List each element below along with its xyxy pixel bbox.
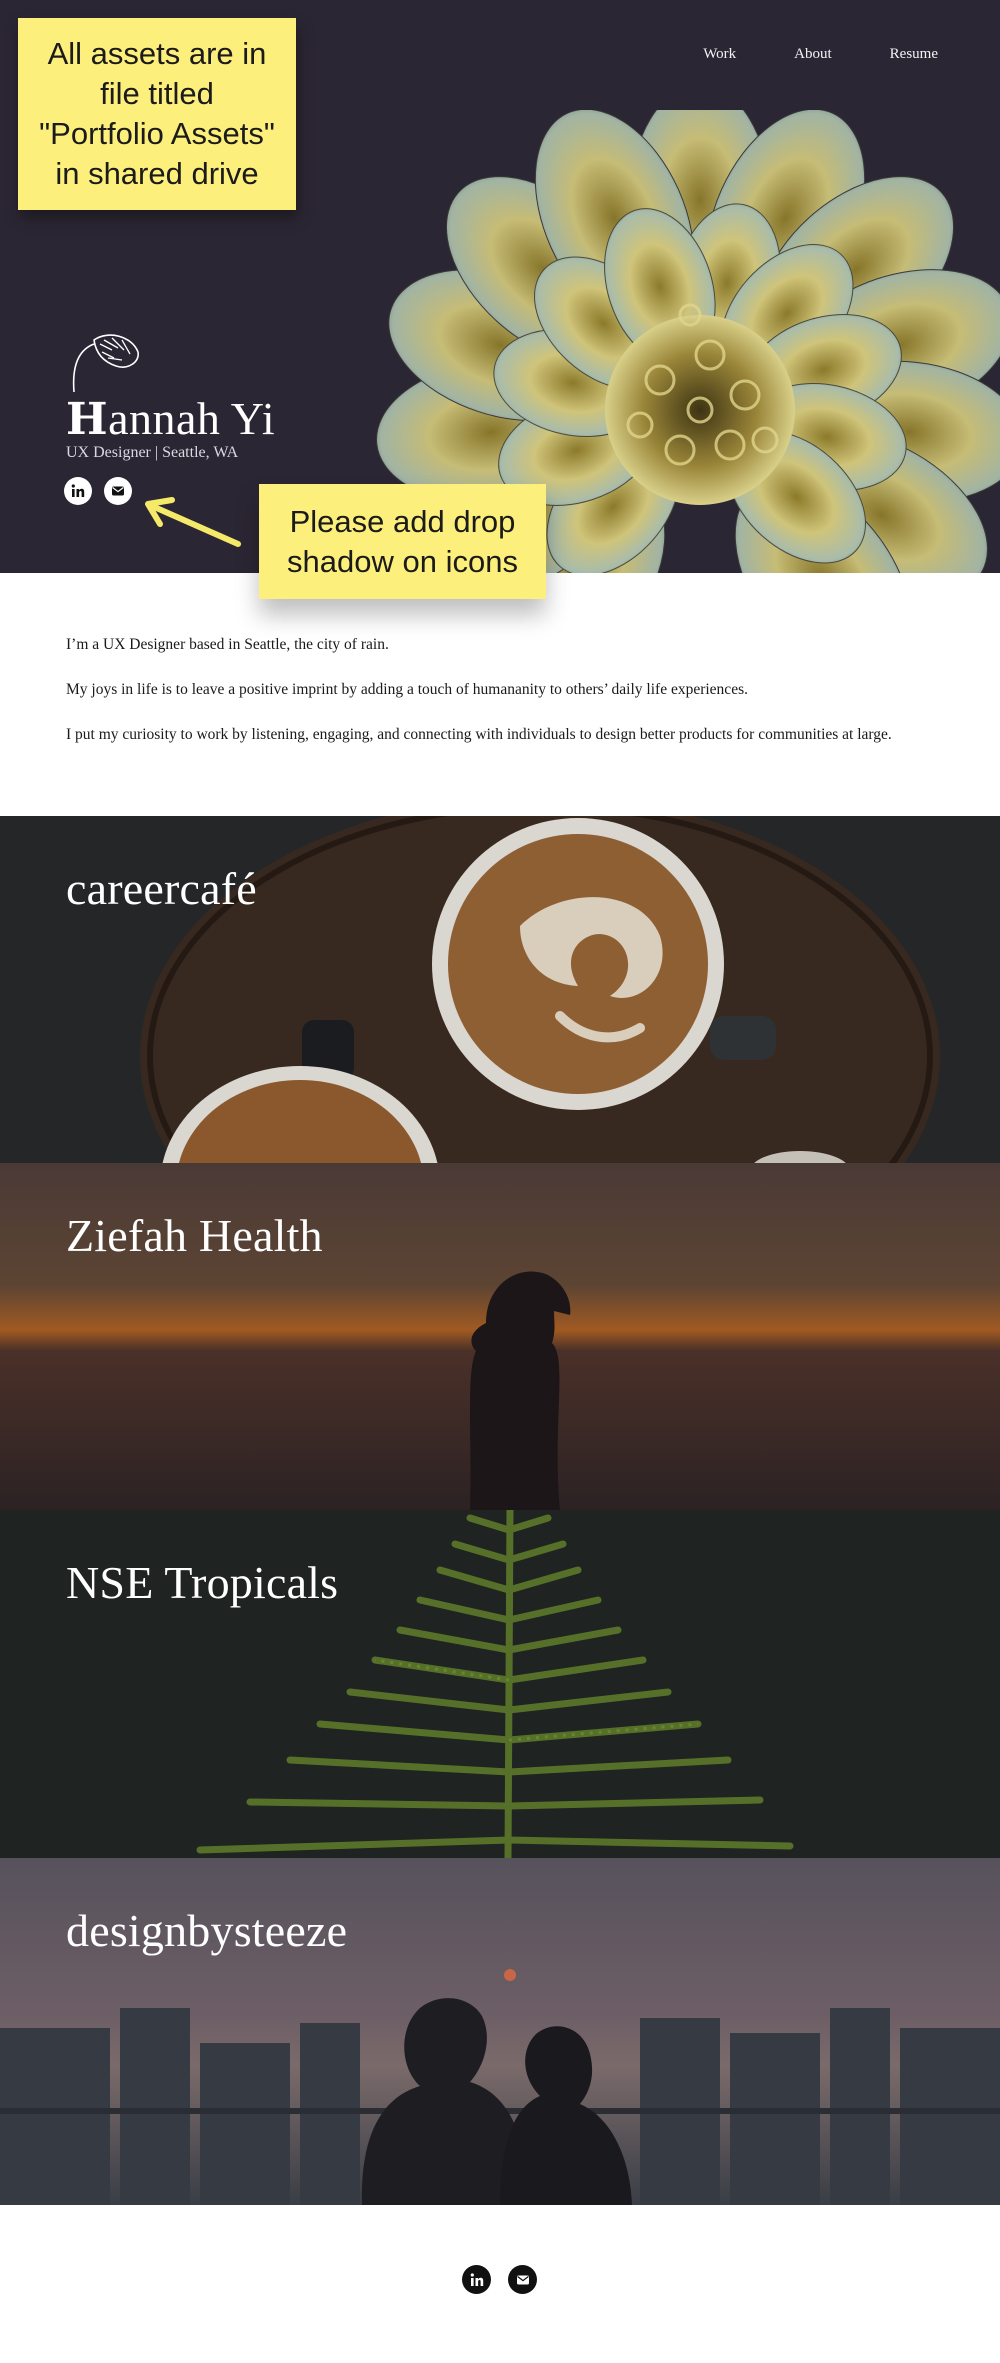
sticky-note-assets-line: file titled [100, 76, 214, 111]
linkedin-icon[interactable] [64, 477, 92, 505]
sticky-note-shadow-line: Please add drop [289, 503, 516, 539]
yellow-arrow-icon [145, 497, 241, 547]
project-title[interactable]: designbysteeze [66, 1904, 347, 1957]
mail-icon[interactable] [508, 2265, 537, 2294]
sticky-note-assets-line: All assets are in [47, 36, 267, 71]
sticky-note-assets-line: "Portfolio Assets" [39, 116, 275, 151]
intro-paragraph: I’m a UX Designer based in Seattle, the … [66, 636, 389, 653]
sticky-note-assets-line: in shared drive [55, 156, 259, 191]
hero-social-icons [64, 477, 132, 505]
project-card-nse-tropicals[interactable]: NSE Tropicals [0, 1510, 1000, 1858]
hero-name-rest: annah Yi [108, 393, 276, 444]
hero-name-initial: H [66, 394, 109, 445]
project-card-careercafe[interactable]: careercafé [0, 816, 1000, 1164]
intro-paragraph: I put my curiosity to work by listening,… [66, 726, 892, 743]
nav-about-link[interactable]: About [794, 46, 832, 63]
intro-paragraph: My joys in life is to leave a positive i… [66, 681, 748, 698]
hero-subtitle: UX Designer | Seattle, WA [66, 444, 239, 461]
mail-icon[interactable] [104, 477, 132, 505]
sticky-note-shadow-line: shadow on icons [287, 543, 518, 579]
project-title[interactable]: careercafé [66, 862, 257, 915]
main-nav: Work About Resume [645, 46, 938, 63]
intro-section: I’m a UX Designer based in Seattle, the … [66, 634, 966, 769]
monstera-leaf-logo-icon [72, 334, 139, 393]
project-card-designbysteeze[interactable]: designbysteeze [0, 1858, 1000, 2205]
sticky-note-assets: All assets are in file titled "Portfolio… [18, 18, 296, 210]
hero-name: Hannah Yi [66, 392, 275, 445]
linkedin-icon[interactable] [462, 2265, 491, 2294]
sticky-note-shadow: Please add drop shadow on icons [259, 484, 546, 599]
footer-social-icons [462, 2265, 537, 2294]
project-title[interactable]: Ziefah Health [66, 1209, 323, 1262]
nav-resume-link[interactable]: Resume [890, 46, 938, 63]
nav-work-link[interactable]: Work [703, 46, 736, 63]
project-card-ziefah-health[interactable]: Ziefah Health [0, 1163, 1000, 1511]
project-title[interactable]: NSE Tropicals [66, 1556, 338, 1609]
